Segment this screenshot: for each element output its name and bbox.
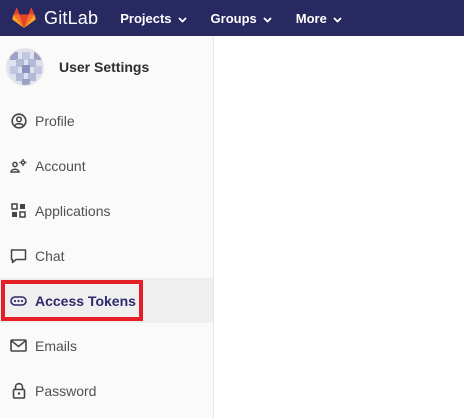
sidebar-title: User Settings	[59, 59, 150, 75]
envelope-icon	[10, 337, 27, 354]
chevron-down-icon	[333, 11, 342, 26]
sidebar-item-chat[interactable]: Chat	[0, 233, 213, 278]
sidebar-item-label: Chat	[35, 247, 65, 264]
sidebar-item-label: Account	[35, 157, 86, 174]
gitlab-tanuki-icon	[12, 7, 36, 29]
sidebar-header[interactable]: User Settings	[0, 36, 213, 98]
groups-menu-label: Groups	[210, 10, 257, 26]
sidebar-item-label: Password	[35, 382, 97, 399]
projects-menu[interactable]: Projects	[120, 0, 187, 36]
more-menu-label: More	[295, 10, 327, 26]
token-icon	[10, 292, 27, 309]
lock-icon	[10, 382, 27, 399]
sidebar-item-account[interactable]: Account	[0, 143, 213, 188]
more-menu[interactable]: More	[296, 0, 342, 36]
sidebar-item-applications[interactable]: Applications	[0, 188, 213, 233]
account-gear-icon	[10, 157, 27, 174]
settings-sidebar: User Settings Profile Account Applicatio…	[0, 36, 214, 418]
user-circle-icon	[10, 112, 27, 129]
sidebar-item-profile[interactable]: Profile	[0, 98, 213, 143]
sidebar-item-label: Access Tokens	[35, 292, 136, 309]
gitlab-home-link[interactable]: GitLab	[12, 0, 98, 36]
top-navbar: GitLab Projects Groups More	[0, 0, 464, 36]
nav-menu: Projects Groups More	[120, 0, 366, 36]
chevron-down-icon	[177, 11, 187, 26]
groups-menu[interactable]: Groups	[211, 0, 272, 36]
sidebar-item-emails[interactable]: Emails	[0, 323, 213, 368]
sidebar-item-label: Emails	[35, 337, 78, 354]
sidebar-item-access-tokens[interactable]: Access Tokens	[0, 278, 213, 323]
sidebar-item-password[interactable]: Password	[0, 368, 213, 413]
chat-bubble-icon	[10, 247, 27, 264]
chevron-down-icon	[263, 11, 272, 26]
sidebar-item-label: Profile	[35, 112, 75, 129]
sidebar-item-label: Applications	[35, 202, 111, 219]
applications-grid-icon	[10, 202, 27, 219]
brand-name: GitLab	[44, 7, 99, 28]
projects-menu-label: Projects	[120, 10, 172, 26]
sidebar-nav: Profile Account Applications Chat Access…	[0, 98, 213, 413]
identicon-avatar	[6, 48, 44, 86]
